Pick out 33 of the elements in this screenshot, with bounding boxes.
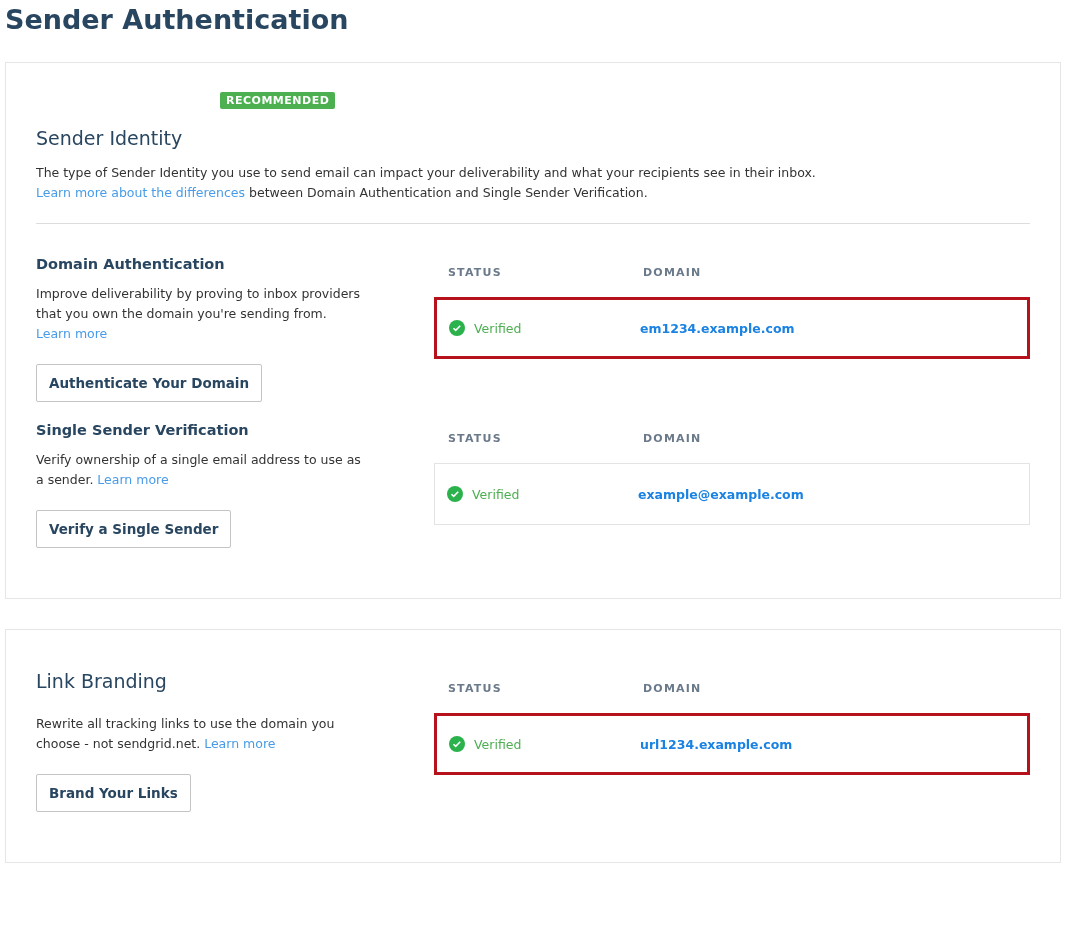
intro-text: The type of Sender Identity you use to send email can impact your deliverability and what your recipients see in their inbox. <box>36 164 817 182</box>
column-header: DOMAIN <box>643 266 703 279</box>
section-heading: Sender Identity <box>36 127 184 149</box>
domain-link[interactable]: example@example.com <box>638 486 1017 502</box>
check-circle-icon <box>449 320 465 336</box>
column-header: DOMAIN <box>643 432 703 445</box>
feature-description: Verify ownership of a single email address to use as a sender. Learn more <box>36 451 362 489</box>
learn-more-link[interactable]: Learn more <box>97 472 169 487</box>
status-text: Verified <box>472 486 520 502</box>
intro-link-text: Learn more about the differences between Domain Authentication and Single Sender Verification. <box>36 184 649 202</box>
action-button[interactable]: Brand Your Links <box>36 774 191 812</box>
recommended-badge: RECOMMENDED <box>220 92 336 109</box>
feature-description: Improve deliverability by proving to inbox providers that you own the domain you're sending from. Learn more <box>36 285 361 343</box>
learn-more-link[interactable]: Learn more <box>36 326 108 341</box>
domain-link[interactable]: em1234.example.com <box>640 320 1015 336</box>
column-header: STATUS <box>448 682 503 695</box>
feature-description: Rewrite all tracking links to use the domain you choose - not sendgrid.net. Learn more <box>36 715 336 753</box>
action-button[interactable]: Verify a Single Sender <box>36 510 232 548</box>
status-text: Verified <box>474 320 522 336</box>
feature-heading: Domain Authentication <box>36 256 225 272</box>
check-circle-icon <box>447 486 463 502</box>
status-text: Verified <box>474 736 522 752</box>
learn-more-link[interactable]: Learn more <box>204 736 276 751</box>
action-button[interactable]: Authenticate Your Domain <box>36 364 263 402</box>
differences-link[interactable]: Learn more about the differences <box>36 185 246 200</box>
feature-heading: Single Sender Verification <box>36 422 249 438</box>
check-circle-icon <box>449 736 465 752</box>
column-header: STATUS <box>448 432 503 445</box>
domain-link[interactable]: url1234.example.com <box>640 736 1015 752</box>
section-heading: Link Branding <box>36 670 167 692</box>
column-header: STATUS <box>448 266 503 279</box>
page-title: Sender Authentication <box>5 3 350 37</box>
column-header: DOMAIN <box>643 682 703 695</box>
